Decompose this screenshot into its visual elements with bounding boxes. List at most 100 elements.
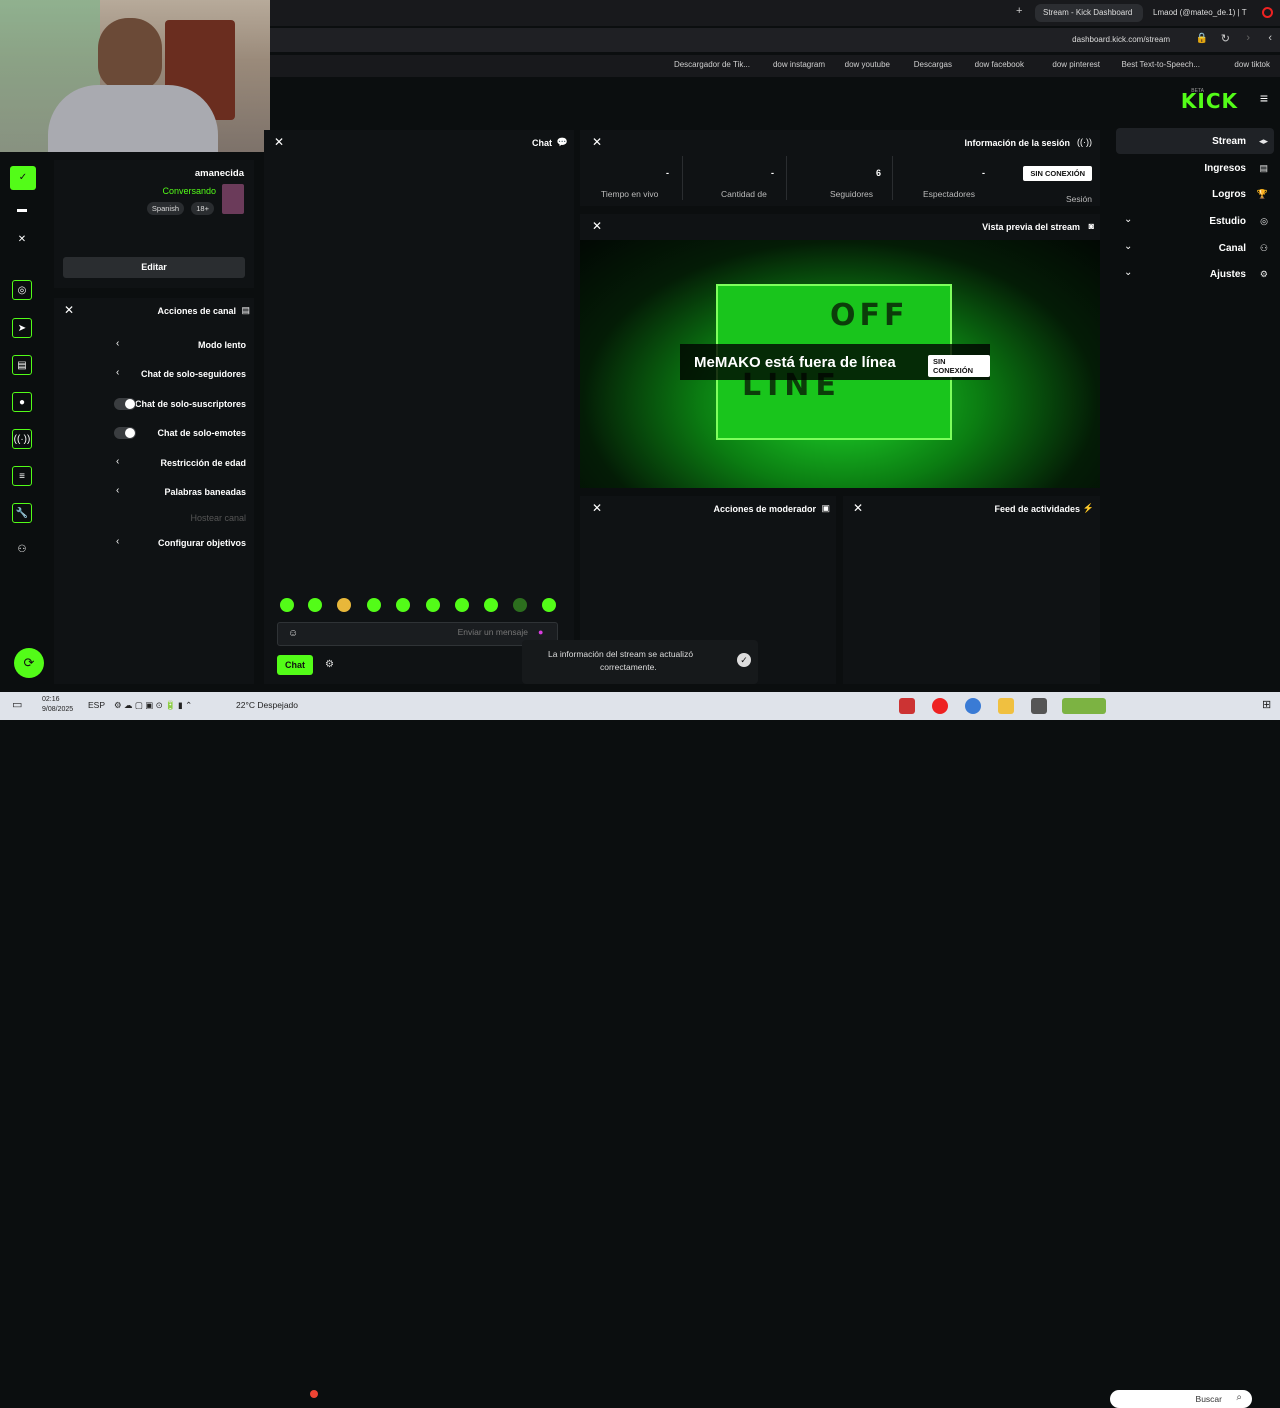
windows-start-icon[interactable]: ⊞	[1262, 698, 1271, 711]
new-tab-icon[interactable]: +	[1016, 5, 1022, 17]
lock-icon: 🔒	[1195, 33, 1208, 44]
emote[interactable]	[396, 598, 410, 612]
tab-kick-dashboard[interactable]: Stream - Kick Dashboard	[1035, 4, 1143, 22]
back-icon[interactable]: ‹	[1268, 32, 1272, 44]
tab-instagram[interactable]: Lmaod (@mateo_de.1) | T	[1145, 4, 1255, 22]
chevron-left-icon[interactable]: ‹	[116, 536, 119, 547]
stream-category[interactable]: Conversando	[162, 186, 216, 196]
microphone-icon[interactable]: ●	[538, 627, 543, 637]
emote[interactable]	[337, 598, 351, 612]
chrome-icon[interactable]	[965, 698, 981, 714]
emote[interactable]	[367, 598, 381, 612]
close-icon[interactable]: ✕	[853, 501, 863, 515]
address-bar[interactable]: dashboard.kick.com/stream 🔒 ↻ › ‹	[270, 28, 1280, 52]
layout-icon[interactable]: ▬	[12, 200, 32, 220]
bookmark[interactable]: dow instagram	[773, 60, 825, 69]
taskbar-search[interactable]: Buscar ⌕	[1110, 1390, 1252, 1408]
emote[interactable]	[280, 598, 294, 612]
stat-value: 6	[876, 168, 882, 178]
chat-icon: 💬	[556, 137, 568, 147]
host-channel-label: Hostear canal	[190, 513, 246, 523]
set-goals-label[interactable]: Configurar objetivos	[158, 538, 246, 548]
opera-icon[interactable]	[932, 698, 948, 714]
chat-send-button[interactable]: Chat	[277, 655, 313, 675]
chevron-left-icon[interactable]: ‹	[116, 367, 119, 378]
chevron-left-icon[interactable]: ‹	[116, 485, 119, 496]
folder-icon[interactable]	[998, 698, 1014, 714]
bookmark[interactable]: Descargas	[914, 60, 952, 69]
emoji-icon[interactable]: ☺	[288, 628, 298, 639]
emote[interactable]	[455, 598, 469, 612]
tray-icons[interactable]: ⚙ ☁ ▢ ▣ ⊙ 🔋 ▮ ⌃	[114, 700, 192, 711]
chat-input-box[interactable]: ☺ ●	[277, 622, 558, 646]
emote[interactable]	[308, 598, 322, 612]
age-restriction-label[interactable]: Restricción de edad	[160, 458, 246, 468]
chevron-left-icon[interactable]: ‹	[116, 338, 119, 349]
chat-settings-icon[interactable]: ⚙	[325, 659, 334, 670]
bookmark[interactable]: dow tiktok	[1234, 60, 1270, 69]
edit-button[interactable]: Editar	[63, 257, 245, 278]
tab-label: Lmaod (@mateo_de.1) | T	[1153, 8, 1247, 17]
stream-title: amanecida	[194, 168, 244, 179]
broadcast-icon[interactable]: ((·))	[12, 429, 32, 449]
followers-only-label[interactable]: Chat de solo-seguidores	[141, 369, 246, 379]
sidebar-item-canal[interactable]: ⌄ Canal ⚇	[1116, 236, 1274, 260]
notification-icon[interactable]: ▭	[12, 698, 22, 711]
sidebar-item-ingresos[interactable]: Ingresos ▤	[1116, 156, 1274, 180]
bookmark[interactable]: dow facebook	[975, 60, 1024, 69]
check-icon[interactable]: ✓	[10, 166, 36, 190]
emote[interactable]	[513, 598, 527, 612]
language-indicator[interactable]: ESP	[88, 700, 105, 710]
emote[interactable]	[484, 598, 498, 612]
kick-logo[interactable]: KICK	[1181, 89, 1238, 113]
sidebar-item-logros[interactable]: Logros 🏆	[1116, 182, 1274, 206]
bookmark[interactable]: dow youtube	[845, 60, 890, 69]
channel-icon: ⚇	[1259, 243, 1268, 253]
sidebar-item-estudio[interactable]: ⌄ Estudio ◎	[1116, 209, 1274, 233]
close-icon[interactable]: ✕	[274, 135, 284, 149]
opera-icon[interactable]	[1262, 7, 1273, 18]
reload-icon[interactable]: ↻	[1221, 32, 1230, 45]
camera-icon[interactable]: ◎	[12, 280, 32, 300]
chat-icon[interactable]: ●	[12, 392, 32, 412]
bookmarks-bar: dow tiktok Best Text-to-Speech... dow pi…	[270, 55, 1280, 77]
slow-mode-label[interactable]: Modo lento	[198, 340, 246, 350]
sidebar-item-stream[interactable]: Stream ◂▸	[1116, 128, 1274, 154]
emote[interactable]	[426, 598, 440, 612]
users-icon[interactable]: ⚇	[12, 540, 32, 560]
bookmark[interactable]: Best Text-to-Speech...	[1121, 60, 1200, 69]
activity-feed-panel: Feed de actividades ⚡ ✕	[843, 496, 1100, 684]
forward-icon[interactable]: ›	[1246, 32, 1250, 44]
close-icon[interactable]: ✕	[592, 501, 602, 515]
list-icon[interactable]: ≡	[12, 466, 32, 486]
chat-input[interactable]	[408, 627, 528, 637]
stat-label: Seguidores	[830, 189, 874, 199]
wrench-icon[interactable]: 🔧	[12, 503, 32, 523]
emote[interactable]	[542, 598, 556, 612]
preview-icon: ◙	[1088, 221, 1094, 231]
close-icon[interactable]: ✕	[12, 230, 32, 250]
offline-message: MeMAKO está fuera de línea	[694, 354, 896, 371]
close-icon[interactable]: ✕	[592, 135, 602, 149]
sidebar-item-ajustes[interactable]: ⌄ Ajustes ⚙	[1116, 262, 1274, 286]
menu-icon[interactable]: ≡	[1260, 90, 1268, 106]
refresh-icon[interactable]: ⟳	[14, 648, 44, 678]
bookmark[interactable]: dow pinterest	[1052, 60, 1100, 69]
document-icon[interactable]: ▤	[12, 355, 32, 375]
sidebar-item-label: Logros	[1212, 189, 1246, 200]
close-icon[interactable]: ✕	[592, 219, 602, 233]
clock[interactable]: 02:16 9/08/2025	[42, 695, 73, 715]
cursor-icon[interactable]: ➤	[12, 318, 32, 338]
emotes-only-toggle[interactable]	[114, 427, 136, 439]
search-highlight-image	[1062, 698, 1106, 714]
chevron-left-icon[interactable]: ‹	[116, 456, 119, 467]
banned-words-label[interactable]: Palabras baneadas	[164, 487, 246, 497]
subscribers-only-toggle[interactable]	[114, 398, 136, 410]
bookmark[interactable]: Descargador de Tik...	[674, 60, 750, 69]
panel-title: Feed de actividades	[994, 504, 1080, 514]
close-icon[interactable]: ✕	[64, 303, 74, 317]
task-view-icon[interactable]	[1031, 698, 1047, 714]
weather-text[interactable]: 22°C Despejado	[236, 700, 298, 710]
toast-text: correctamente.	[600, 662, 657, 672]
app-icon[interactable]	[899, 698, 915, 714]
